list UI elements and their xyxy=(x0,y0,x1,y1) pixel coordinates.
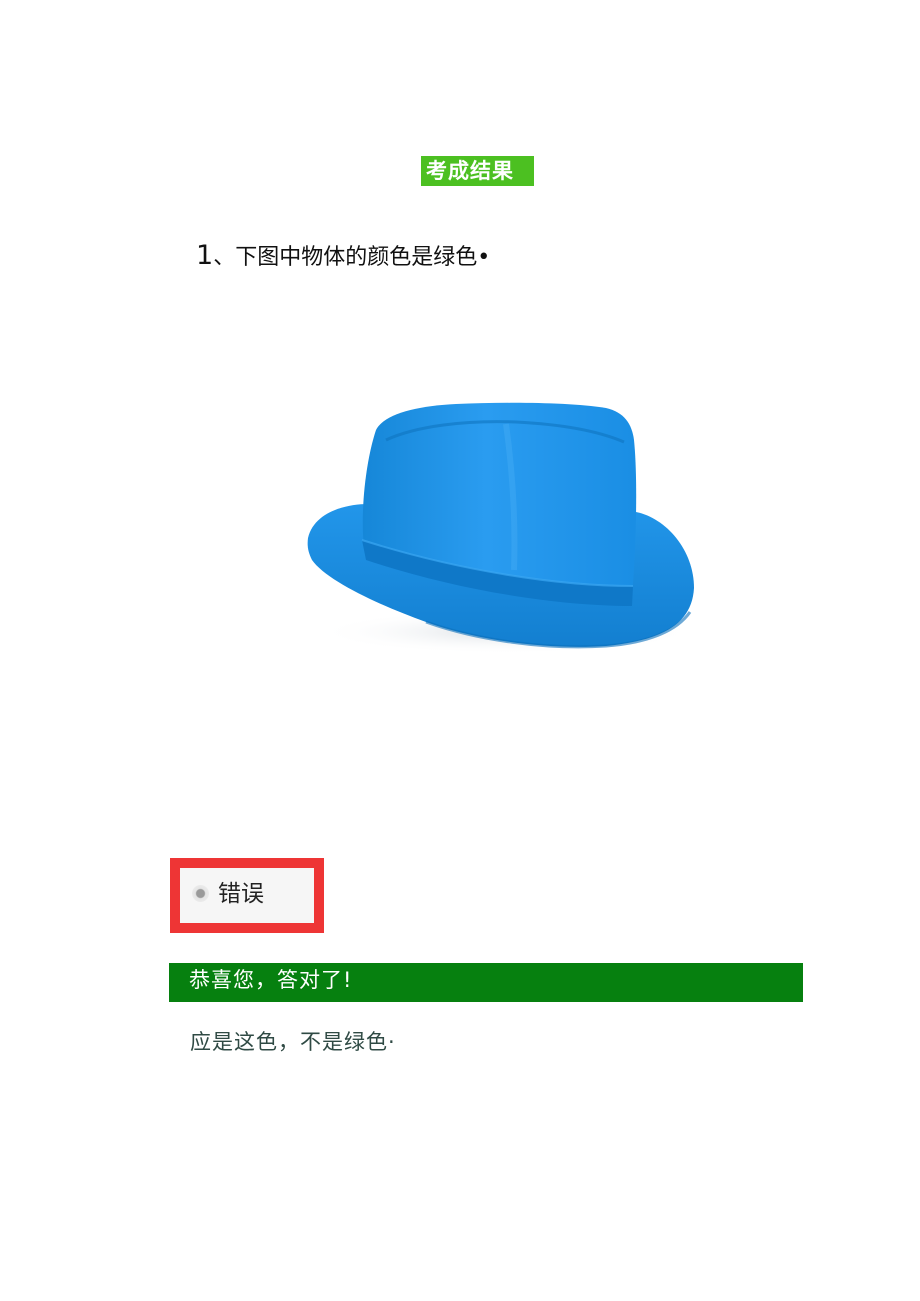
answer-explanation: 应是这色，不是绿色· xyxy=(190,1030,396,1054)
blue-hat-image xyxy=(307,402,696,652)
question-text: 1、下图中物体的颜色是绿色• xyxy=(196,236,490,278)
feedback-banner: 恭喜您，答对了! xyxy=(169,963,803,1002)
result-title: 考成结果 xyxy=(421,156,534,186)
radio-button-icon[interactable] xyxy=(192,885,209,902)
answer-option[interactable]: 错误 xyxy=(180,868,314,923)
question-image xyxy=(306,400,696,652)
question-stem: 、下图中物体的颜色是绿色• xyxy=(213,245,491,270)
answer-option-label: 错误 xyxy=(218,881,264,907)
question-number: 1 xyxy=(196,240,214,271)
selected-answer-highlight: 错误 xyxy=(170,858,324,933)
